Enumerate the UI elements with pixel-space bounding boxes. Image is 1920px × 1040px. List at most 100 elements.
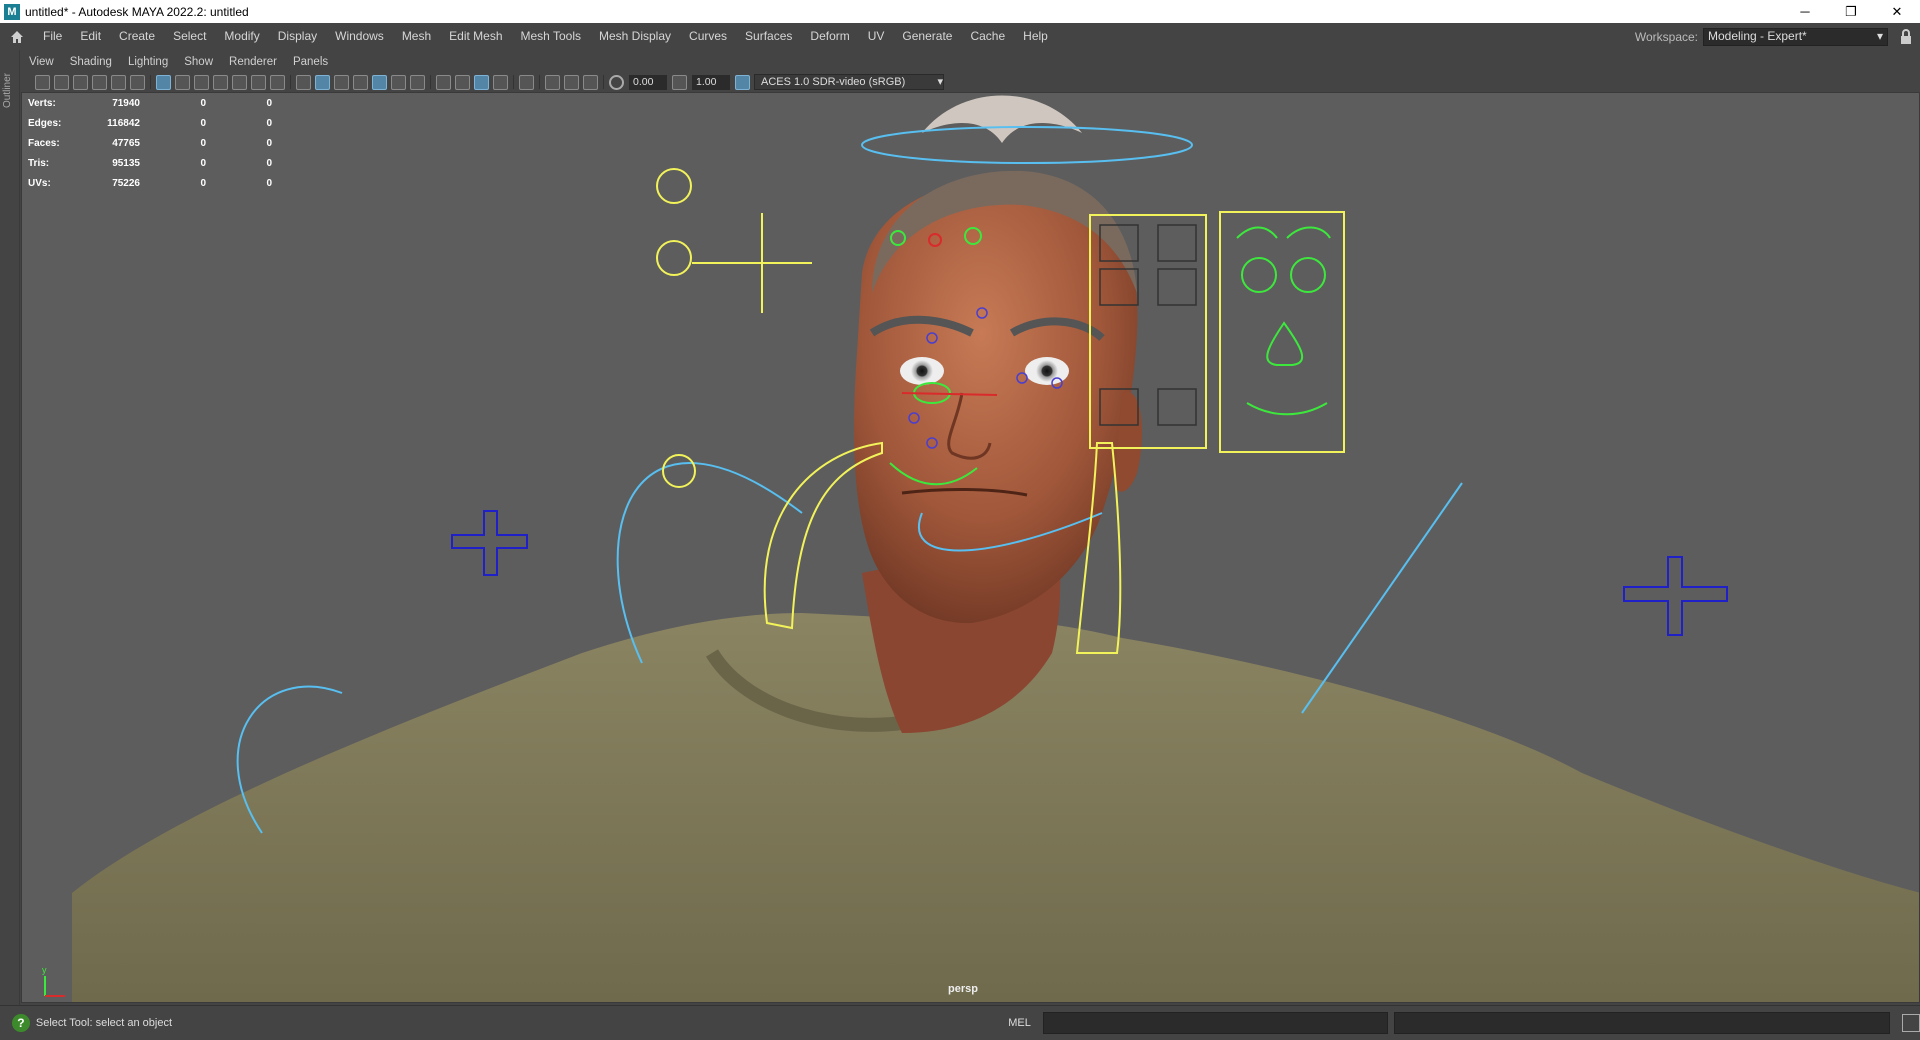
hud-value: 0 <box>200 177 206 189</box>
left-dock-strip: Outliner <box>0 50 20 1005</box>
menu-surfaces[interactable]: Surfaces <box>736 23 801 50</box>
home-icon[interactable] <box>6 26 28 48</box>
smooth-shade-icon[interactable] <box>315 74 330 90</box>
close-button[interactable]: ✕ <box>1874 0 1920 23</box>
menu-edit-mesh[interactable]: Edit Mesh <box>440 23 511 50</box>
menu-file[interactable]: File <box>34 23 71 50</box>
hud-label: Edges: <box>28 117 62 129</box>
motion-blur-icon[interactable] <box>455 74 470 90</box>
shadows-icon[interactable] <box>410 74 425 90</box>
xray-icon[interactable] <box>545 74 560 90</box>
panel-menu-renderer[interactable]: Renderer <box>221 56 285 68</box>
2d-pan-zoom-icon[interactable] <box>111 74 126 90</box>
select-camera-icon[interactable] <box>35 74 50 90</box>
panel-menu-shading[interactable]: Shading <box>62 56 120 68</box>
picker-slot <box>1157 224 1197 262</box>
gamma-icon[interactable] <box>672 74 687 90</box>
film-gate-icon[interactable] <box>175 74 190 90</box>
safe-action-icon[interactable] <box>251 74 266 90</box>
workspace-dropdown[interactable]: Modeling - Expert* ▾ <box>1703 27 1888 46</box>
bookmarks-icon[interactable] <box>73 74 88 90</box>
menu-edit[interactable]: Edit <box>71 23 110 50</box>
panel-menu-view[interactable]: View <box>21 56 62 68</box>
color-management-icon[interactable] <box>735 74 750 90</box>
main-menu-bar: File Edit Create Select Modify Display W… <box>0 23 1920 50</box>
hud-value: 0 <box>200 137 206 149</box>
title-bar: M untitled* - Autodesk MAYA 2022.2: unti… <box>0 0 1920 23</box>
picker-eye-right <box>1290 257 1326 293</box>
exposure-icon[interactable] <box>609 74 624 90</box>
xray-active-components-icon[interactable] <box>564 74 579 90</box>
hud-value: 75226 <box>112 177 140 189</box>
minimize-button[interactable]: ─ <box>1782 0 1828 23</box>
menu-mesh-display[interactable]: Mesh Display <box>590 23 680 50</box>
default-material-icon[interactable] <box>353 74 368 90</box>
persp-viewport[interactable]: y Verts: 71940 0 0 Edges: 116842 0 0 Fac… <box>21 92 1920 1003</box>
yellow-circle-control-2 <box>656 240 692 276</box>
menu-deform[interactable]: Deform <box>801 23 858 50</box>
gate-mask-icon[interactable] <box>213 74 228 90</box>
picker-eye-left <box>1241 257 1277 293</box>
poly-count-hud: Verts: 71940 0 0 Edges: 116842 0 0 Faces… <box>28 93 272 193</box>
picker-slot <box>1157 268 1197 306</box>
menu-display[interactable]: Display <box>269 23 326 50</box>
hud-row-tris: Tris: 95135 0 0 <box>28 153 272 173</box>
yellow-circle-control <box>656 168 692 204</box>
right-hand-control <box>1623 556 1728 636</box>
textured-icon[interactable] <box>372 74 387 90</box>
left-hand-control <box>451 510 528 576</box>
anti-aliasing-icon[interactable] <box>474 74 489 90</box>
xray-joints-icon[interactable] <box>583 74 598 90</box>
menu-modify[interactable]: Modify <box>215 23 268 50</box>
help-text: Select Tool: select an object <box>35 1017 173 1029</box>
hud-value: 116842 <box>107 117 140 129</box>
wireframe-icon[interactable] <box>296 74 311 90</box>
mel-label[interactable]: MEL <box>1008 1017 1031 1029</box>
mel-command-input[interactable] <box>1042 1012 1389 1034</box>
hud-row-edges: Edges: 116842 0 0 <box>28 113 272 133</box>
view-transform-dropdown[interactable]: ACES 1.0 SDR-video (sRGB) ▾ <box>754 74 944 90</box>
isolate-select-icon[interactable] <box>519 74 534 90</box>
menu-mesh[interactable]: Mesh <box>393 23 440 50</box>
lock-icon[interactable] <box>1898 28 1914 45</box>
menu-cache[interactable]: Cache <box>961 23 1014 50</box>
script-editor-icon[interactable] <box>1902 1014 1920 1032</box>
help-icon: ? <box>12 1014 30 1032</box>
wireframe-on-shaded-icon[interactable] <box>334 74 349 90</box>
lights-icon[interactable] <box>391 74 406 90</box>
menu-uv[interactable]: UV <box>859 23 894 50</box>
arm-line-right <box>1301 482 1463 714</box>
outliner-tab[interactable]: Outliner <box>2 60 16 120</box>
hud-value: 0 <box>266 157 272 169</box>
menu-windows[interactable]: Windows <box>326 23 393 50</box>
menu-create[interactable]: Create <box>110 23 164 50</box>
hud-row-verts: Verts: 71940 0 0 <box>28 93 272 113</box>
menu-help[interactable]: Help <box>1014 23 1057 50</box>
screen-space-ao-icon[interactable] <box>436 74 451 90</box>
panel-menu-panels[interactable]: Panels <box>285 56 336 68</box>
head-ring-control <box>861 126 1193 164</box>
grease-pencil-icon[interactable] <box>130 74 145 90</box>
workspace-selector: Workspace: Modeling - Expert* ▾ <box>1635 27 1914 46</box>
hud-value: 95135 <box>112 157 140 169</box>
menu-curves[interactable]: Curves <box>680 23 736 50</box>
safe-title-icon[interactable] <box>270 74 285 90</box>
hair-top <box>922 95 1082 143</box>
exposure-field[interactable]: 0.00 <box>629 74 667 90</box>
maximize-button[interactable]: ❐ <box>1828 0 1874 23</box>
menu-mesh-tools[interactable]: Mesh Tools <box>512 23 590 50</box>
grid-icon[interactable] <box>156 74 171 90</box>
depth-of-field-icon[interactable] <box>493 74 508 90</box>
field-chart-icon[interactable] <box>232 74 247 90</box>
image-plane-icon[interactable] <box>92 74 107 90</box>
menu-generate[interactable]: Generate <box>893 23 961 50</box>
picker-nose <box>1266 321 1303 366</box>
menu-select[interactable]: Select <box>164 23 215 50</box>
workspace-value: Modeling - Expert* <box>1708 29 1807 43</box>
panel-menu-show[interactable]: Show <box>176 56 221 68</box>
hud-value: 71940 <box>112 97 140 109</box>
resolution-gate-icon[interactable] <box>194 74 209 90</box>
gamma-field[interactable]: 1.00 <box>692 74 730 90</box>
camera-attributes-icon[interactable] <box>54 74 69 90</box>
panel-menu-lighting[interactable]: Lighting <box>120 56 176 68</box>
